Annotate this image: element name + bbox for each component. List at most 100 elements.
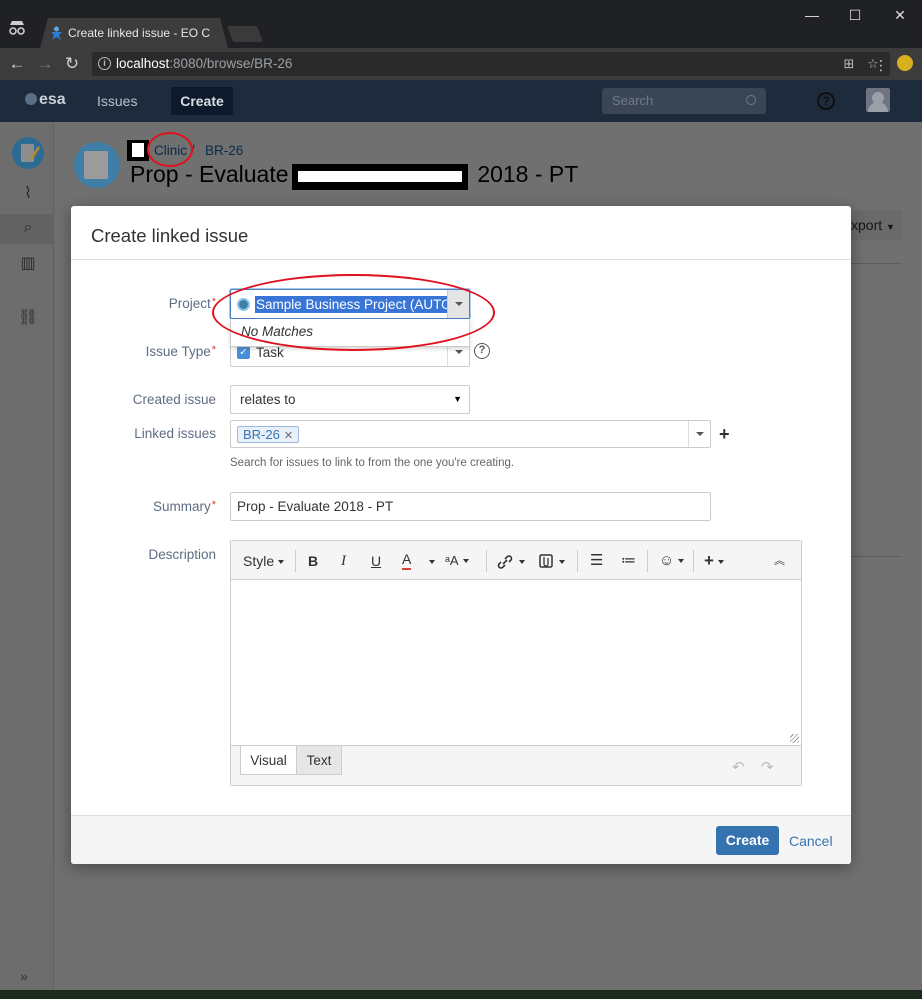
browser-tab-active[interactable]: Create linked issue - EO C: [40, 18, 228, 48]
annotation-ellipse: [212, 274, 495, 351]
issues-menu[interactable]: Issues: [97, 93, 137, 109]
add-linked-issue-icon[interactable]: +: [719, 425, 730, 443]
resize-handle[interactable]: [790, 734, 799, 743]
esa-logo[interactable]: esa: [25, 91, 66, 109]
task-icon: ✓: [237, 346, 250, 359]
logo-text: esa: [39, 91, 66, 108]
issue-title-suffix: 2018 - PT: [477, 161, 579, 187]
link-dropdown[interactable]: [515, 552, 525, 570]
insert-more-icon[interactable]: +: [704, 552, 724, 570]
project-avatar-icon[interactable]: [11, 136, 45, 170]
font-size-icon[interactable]: ᵃA: [445, 552, 469, 570]
project-sidebar: [0, 122, 54, 990]
chevron-down-icon: [278, 560, 285, 564]
breadcrumb-issue-key[interactable]: BR-26: [205, 143, 243, 158]
emoticon-icon[interactable]: ☺: [659, 552, 685, 570]
italic-button[interactable]: I: [341, 552, 346, 570]
text-color-dropdown[interactable]: [425, 552, 435, 570]
chevron-down-icon: [462, 559, 469, 563]
address-bar[interactable]: i localhost:8080/browse/BR-26 ⊞ ☆: [92, 52, 890, 76]
reports-icon[interactable]: ▥: [17, 254, 39, 274]
create-button[interactable]: Create: [716, 826, 779, 855]
divider: [851, 556, 902, 557]
chevron-down-icon: [678, 559, 685, 563]
close-window-button[interactable]: ✕: [880, 4, 920, 26]
header-search-input[interactable]: Search: [602, 88, 766, 114]
issue-type-label-text: Issue Type: [145, 344, 211, 359]
back-arrow-icon[interactable]: ←: [7, 54, 27, 74]
sidebar-collapse-icon[interactable]: »: [20, 968, 28, 984]
profile-avatar-icon[interactable]: [897, 55, 913, 71]
numbered-list-icon[interactable]: ≔: [621, 552, 636, 570]
export-label: xport: [851, 217, 883, 233]
browser-tab-bar: Create linked issue - EO C — ☐ ✕: [0, 0, 922, 48]
tab-visual[interactable]: Visual: [240, 746, 297, 775]
minimize-button[interactable]: —: [792, 4, 832, 26]
translate-icon[interactable]: ⊞: [842, 57, 856, 71]
editor-toolbar: Style B I U A ᵃA ☰ ≔ ☺ + ︽: [231, 541, 801, 580]
underline-button[interactable]: U: [371, 552, 381, 570]
link-type-select[interactable]: relates to ▼: [230, 385, 470, 414]
chevron-down-icon: [559, 560, 565, 564]
user-avatar[interactable]: [866, 88, 890, 112]
required-marker: *: [211, 499, 216, 511]
editor-mode-tabs: Visual Text ↶ ↷: [231, 745, 801, 785]
chevron-down-icon: [696, 432, 704, 436]
header-create-button[interactable]: Create: [171, 87, 233, 115]
linked-issue-token[interactable]: BR-26 ✕: [237, 426, 300, 443]
project-label: Project*: [71, 296, 216, 311]
tab-text[interactable]: Text: [297, 746, 342, 775]
attachment-icon[interactable]: [538, 552, 554, 570]
help-icon[interactable]: ?: [817, 92, 835, 110]
description-editor: Style B I U A ᵃA ☰ ≔ ☺ + ︽ Visual Text ↶…: [230, 540, 802, 786]
search-placeholder: Search: [612, 93, 654, 108]
maximize-button[interactable]: ☐: [835, 4, 875, 26]
dialog-header: Create linked issue: [71, 206, 851, 260]
link-icon[interactable]: ⛓: [17, 308, 39, 328]
issues-search-icon[interactable]: ⌕: [17, 218, 39, 238]
linked-issues-picker[interactable]: BR-26 ✕: [230, 420, 711, 448]
reload-icon[interactable]: ↻: [62, 54, 82, 74]
dialog-title: Create linked issue: [91, 225, 249, 246]
redaction-box: [127, 140, 149, 161]
link-icon[interactable]: [496, 553, 514, 571]
create-linked-issue-dialog: Create linked issue Project* Sample Busi…: [71, 206, 851, 864]
required-marker: *: [211, 344, 216, 356]
forward-arrow-icon[interactable]: →: [35, 54, 55, 74]
text-color-button[interactable]: A: [402, 552, 412, 570]
created-issue-label: Created issue: [132, 392, 216, 407]
attachment-dropdown[interactable]: [555, 552, 565, 570]
export-button[interactable]: xport ▼: [851, 210, 902, 240]
redo-icon[interactable]: ↷: [761, 758, 774, 776]
site-info-icon[interactable]: i: [98, 57, 111, 70]
cancel-link[interactable]: Cancel: [789, 833, 833, 849]
undo-icon[interactable]: ↶: [732, 758, 745, 776]
style-label: Style: [243, 553, 275, 569]
help-icon[interactable]: ?: [474, 343, 490, 359]
collapse-toolbar-icon[interactable]: ︽: [774, 552, 785, 570]
summary-input[interactable]: Prop - Evaluate 2018 - PT: [230, 492, 711, 521]
chevron-down-icon: [429, 560, 435, 564]
bullet-list-icon[interactable]: ☰: [590, 552, 603, 570]
style-dropdown[interactable]: Style: [243, 552, 285, 570]
title-redaction-box: [292, 164, 468, 190]
linked-issues-label: Linked issues: [134, 426, 216, 441]
chevron-down-icon: ▼: [453, 394, 462, 404]
issue-type-value: Task: [256, 345, 284, 360]
chevron-down-icon: [717, 560, 724, 564]
linked-issues-dropdown-button[interactable]: [688, 421, 710, 447]
bold-button[interactable]: B: [308, 552, 318, 570]
issue-project-avatar: [74, 142, 120, 188]
linked-issue-token-label: BR-26: [243, 427, 280, 442]
chevron-down-icon: [519, 560, 525, 564]
browser-menu-icon[interactable]: ⋮: [874, 56, 888, 74]
chevron-down-icon: [455, 350, 463, 354]
activity-icon[interactable]: ⌇: [17, 184, 39, 204]
incognito-icon: [9, 21, 25, 35]
linked-issues-help: Search for issues to link to from the on…: [230, 457, 515, 469]
description-textarea[interactable]: [231, 581, 801, 745]
remove-token-icon[interactable]: ✕: [284, 430, 293, 442]
toolbar-separator: [486, 550, 487, 572]
new-tab-button[interactable]: [227, 26, 263, 42]
search-icon: [746, 95, 756, 105]
